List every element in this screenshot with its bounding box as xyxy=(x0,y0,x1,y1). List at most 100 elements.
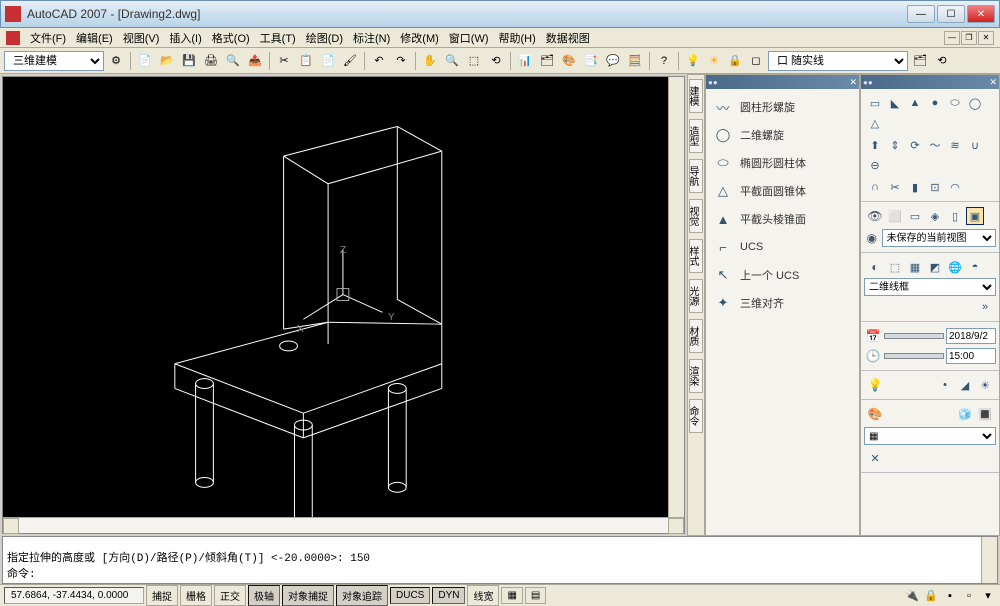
sheetset-icon[interactable]: 📑 xyxy=(581,51,601,71)
properties-icon[interactable]: 📊 xyxy=(515,51,535,71)
tray-tablet-icon[interactable]: ▪ xyxy=(942,588,958,604)
light-distant-icon[interactable]: ☀ xyxy=(976,376,994,394)
sweep-icon[interactable]: 〜 xyxy=(926,136,944,154)
status-polar[interactable]: 极轴 xyxy=(248,585,280,606)
tab-style[interactable]: 样式 xyxy=(689,239,703,273)
thicken-icon[interactable]: ▮ xyxy=(906,178,924,196)
tool-helix-cylinder[interactable]: 〰圆柱形螺旋 xyxy=(710,93,855,121)
new-icon[interactable]: 📄 xyxy=(135,51,155,71)
menu-file[interactable]: 文件(F) xyxy=(26,28,70,48)
tool-3d-align[interactable]: ✦三维对齐 xyxy=(710,289,855,317)
view-current-icon[interactable]: ▣ xyxy=(966,207,984,225)
scroll-right-icon[interactable] xyxy=(668,518,684,534)
zoom-window-icon[interactable]: ⬚ xyxy=(464,51,484,71)
command-prompt[interactable]: 命令: xyxy=(7,565,977,581)
undo-icon[interactable]: ↶ xyxy=(369,51,389,71)
view-front-icon[interactable]: ▭ xyxy=(906,207,924,225)
toolpalette-icon[interactable]: 🎨 xyxy=(559,51,579,71)
box-icon[interactable]: ▭ xyxy=(866,94,884,112)
menu-dimension[interactable]: 标注(N) xyxy=(349,28,394,48)
sphere-icon[interactable]: ● xyxy=(926,94,944,112)
status-otrack[interactable]: 对象追踪 xyxy=(336,585,388,606)
menu-help[interactable]: 帮助(H) xyxy=(495,28,540,48)
copy-icon[interactable]: 📋 xyxy=(296,51,316,71)
designcenter-icon[interactable]: 🗂 xyxy=(537,51,557,71)
save-icon[interactable]: 💾 xyxy=(179,51,199,71)
help-icon[interactable]: ? xyxy=(654,51,674,71)
extrude-icon[interactable]: ⬆ xyxy=(866,136,884,154)
workspace-settings-icon[interactable]: ⚙ xyxy=(106,51,126,71)
revolve-icon[interactable]: ⟳ xyxy=(906,136,924,154)
vs-3dwire-icon[interactable]: ▦ xyxy=(906,258,924,276)
menu-window[interactable]: 窗口(W) xyxy=(445,28,493,48)
layer-freeze-icon[interactable]: ☀ xyxy=(704,51,724,71)
tab-nav[interactable]: 导航 xyxy=(689,159,703,193)
viewport-scrollbar-horizontal[interactable] xyxy=(3,517,684,533)
mdi-minimize[interactable]: — xyxy=(944,31,960,45)
command-scrollbar[interactable] xyxy=(981,537,997,583)
light-spot-icon[interactable]: ◢ xyxy=(956,376,974,394)
view-side-icon[interactable]: ▯ xyxy=(946,207,964,225)
tab-material[interactable]: 材质 xyxy=(689,319,703,353)
menu-dataview[interactable]: 数据视图 xyxy=(542,28,594,48)
status-layout-icon[interactable]: ▤ xyxy=(525,587,546,604)
menu-format[interactable]: 格式(O) xyxy=(208,28,254,48)
presspull-icon[interactable]: ⇕ xyxy=(886,136,904,154)
coordinate-display[interactable]: 57.6864, -37.4434, 0.0000 xyxy=(4,587,144,604)
zoom-icon[interactable]: 🔍 xyxy=(442,51,462,71)
tool-ellipse-cylinder[interactable]: ⬭椭圆形圆柱体 xyxy=(710,149,855,177)
menu-view[interactable]: 视图(V) xyxy=(119,28,164,48)
layer-on-icon[interactable]: 💡 xyxy=(683,51,703,71)
layer-manager-icon[interactable]: 🗂 xyxy=(910,51,930,71)
quickcalc-icon[interactable]: 🧮 xyxy=(625,51,645,71)
tab-visual[interactable]: 视觉 xyxy=(689,199,703,233)
palette-header[interactable]: ●●✕ xyxy=(706,75,859,89)
tab-command[interactable]: 命令 xyxy=(689,399,703,433)
menu-draw[interactable]: 绘图(D) xyxy=(302,28,347,48)
tool-helix-2d[interactable]: ◯二维螺旋 xyxy=(710,121,855,149)
pyramid-primitive-icon[interactable]: △ xyxy=(866,114,884,132)
status-grid[interactable]: 栅格 xyxy=(180,585,212,606)
layer-dropdown[interactable]: 口 随实线 xyxy=(768,51,908,71)
vs-expand-icon[interactable]: » xyxy=(976,298,994,316)
mat-attach-icon[interactable]: 🧊 xyxy=(956,405,974,423)
menu-tools[interactable]: 工具(T) xyxy=(256,28,300,48)
menu-modify[interactable]: 修改(M) xyxy=(396,28,443,48)
vs-hidden-icon[interactable]: ◩ xyxy=(926,258,944,276)
saved-view-dropdown[interactable]: 未保存的当前视图 xyxy=(882,229,996,247)
status-ortho[interactable]: 正交 xyxy=(214,585,246,606)
loft-icon[interactable]: ≋ xyxy=(946,136,964,154)
zoom-previous-icon[interactable]: ⟲ xyxy=(486,51,506,71)
tab-light[interactable]: 光源 xyxy=(689,279,703,313)
tab-render[interactable]: 渲染 xyxy=(689,359,703,393)
tray-clean-icon[interactable]: ▫ xyxy=(961,588,977,604)
minimize-button[interactable]: — xyxy=(907,5,935,23)
status-lwt[interactable]: 线宽 xyxy=(467,585,499,606)
layer-color-icon[interactable]: ◻ xyxy=(746,51,766,71)
fillet-icon[interactable]: ◠ xyxy=(946,178,964,196)
view-top-icon[interactable]: ⬜ xyxy=(886,207,904,225)
time-field[interactable] xyxy=(946,348,996,364)
mdi-restore[interactable]: ❐ xyxy=(961,31,977,45)
status-osnap[interactable]: 对象捕捉 xyxy=(282,585,334,606)
status-dyn[interactable]: DYN xyxy=(432,587,465,604)
union-icon[interactable]: ∪ xyxy=(966,136,984,154)
tab-modeling[interactable]: 建模 xyxy=(689,79,703,113)
command-window[interactable]: 指定拉伸的高度或 [方向(D)/路径(P)/倾斜角(T)] <-20.0000>… xyxy=(2,536,998,584)
mdi-close[interactable]: ✕ xyxy=(978,31,994,45)
tool-ucs[interactable]: ⌐UCS xyxy=(710,233,855,261)
vs-2dwire-icon[interactable]: ⬚ xyxy=(886,258,904,276)
date-field[interactable] xyxy=(946,328,996,344)
dashboard-close-icon[interactable]: ✕ xyxy=(989,77,997,88)
maximize-button[interactable]: ☐ xyxy=(937,5,965,23)
palette-close-icon[interactable]: ✕ xyxy=(849,77,857,88)
print-icon[interactable]: 🖨 xyxy=(201,51,221,71)
menu-insert[interactable]: 插入(I) xyxy=(165,28,205,48)
layer-lock-icon[interactable]: 🔒 xyxy=(725,51,745,71)
publish-icon[interactable]: 📤 xyxy=(245,51,265,71)
subtract-icon[interactable]: ⊖ xyxy=(866,156,884,174)
intersect-icon[interactable]: ∩ xyxy=(866,178,884,196)
close-button[interactable]: ✕ xyxy=(967,5,995,23)
tray-comm-icon[interactable]: 🔌 xyxy=(904,588,920,604)
visual-style-dropdown[interactable]: 二维线框 xyxy=(864,278,996,296)
